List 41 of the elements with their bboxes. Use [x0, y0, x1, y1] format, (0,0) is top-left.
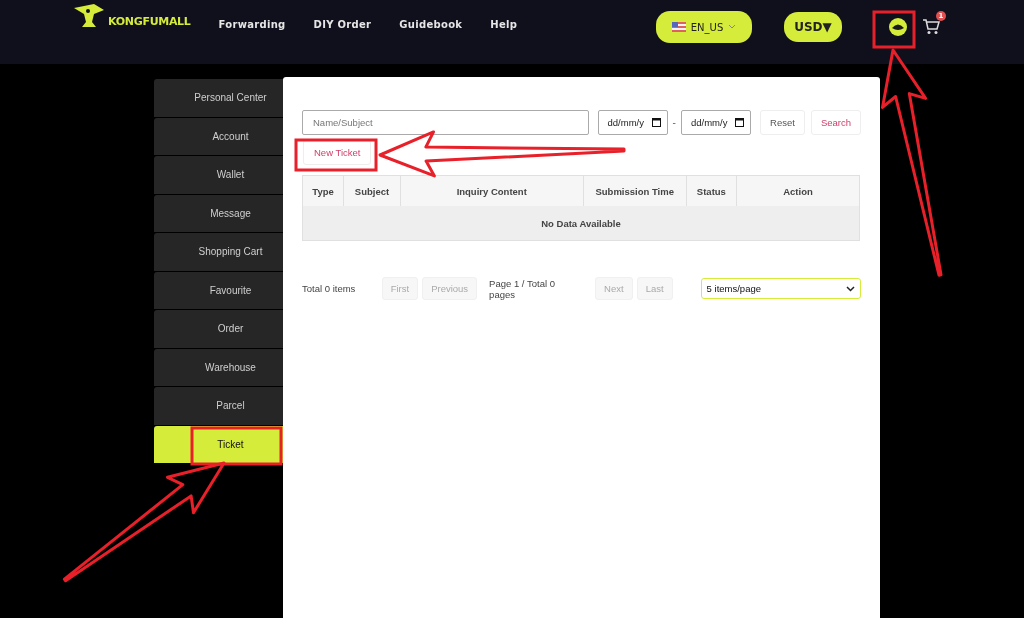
sidebar-item[interactable]: Account — [154, 117, 283, 155]
column-header: Submission Time — [583, 175, 687, 206]
page-info-text: Page 1 / Total 0 pages — [489, 277, 556, 300]
sidebar-item[interactable]: Warehouse — [154, 348, 283, 386]
chevron-down-icon — [728, 24, 737, 30]
highlight-frame — [872, 10, 916, 49]
nav-link[interactable]: DIY Order — [313, 19, 372, 30]
date-to-field[interactable]: dd/mm/y — [680, 110, 752, 135]
calendar-icon — [735, 118, 745, 127]
sidebar-item[interactable]: Wallet — [154, 156, 283, 194]
date-separator: - — [672, 117, 676, 128]
nav-link[interactable]: Forwarding — [218, 19, 286, 30]
flag-icon — [671, 22, 686, 32]
reset-button[interactable]: Reset — [760, 110, 805, 135]
sidebar-item[interactable]: Shopping Cart — [154, 233, 283, 271]
sidebar-item[interactable]: Parcel — [154, 387, 283, 425]
page-size-select[interactable]: 5 items/page — [700, 278, 861, 299]
sidebar-item[interactable]: Message — [154, 194, 283, 232]
column-header: Inquiry Content — [400, 175, 584, 206]
column-header: Status — [686, 175, 737, 206]
column-header: Type — [302, 175, 344, 206]
sidebar-item[interactable]: Order — [154, 310, 283, 348]
search-button[interactable]: Search — [810, 110, 861, 135]
column-header: Action — [736, 175, 860, 206]
currency-selector[interactable]: USD▼ — [784, 12, 842, 42]
sidebar-item[interactable]: Favourite — [154, 271, 283, 309]
column-header: Subject — [343, 175, 401, 206]
calendar-icon — [651, 118, 661, 127]
date-from-field[interactable]: dd/mm/y — [597, 110, 668, 135]
logo-text[interactable]: KONGFUMALL — [108, 15, 191, 28]
nav-link[interactable]: Help — [490, 19, 518, 30]
empty-table-message: No Data Available — [302, 206, 860, 241]
nav-link[interactable]: Guidebook — [399, 19, 463, 30]
cart-icon[interactable] — [922, 17, 940, 35]
total-items-text: Total 0 items — [302, 283, 357, 294]
new-ticket-button[interactable]: New Ticket — [303, 140, 372, 165]
language-selector[interactable]: EN_US — [656, 11, 752, 43]
search-field[interactable]: Name/Subject — [302, 110, 589, 135]
avatar-icon[interactable] — [888, 17, 908, 37]
sidebar-item[interactable]: Personal Center — [154, 79, 283, 117]
chevron-down-icon — [846, 285, 855, 292]
